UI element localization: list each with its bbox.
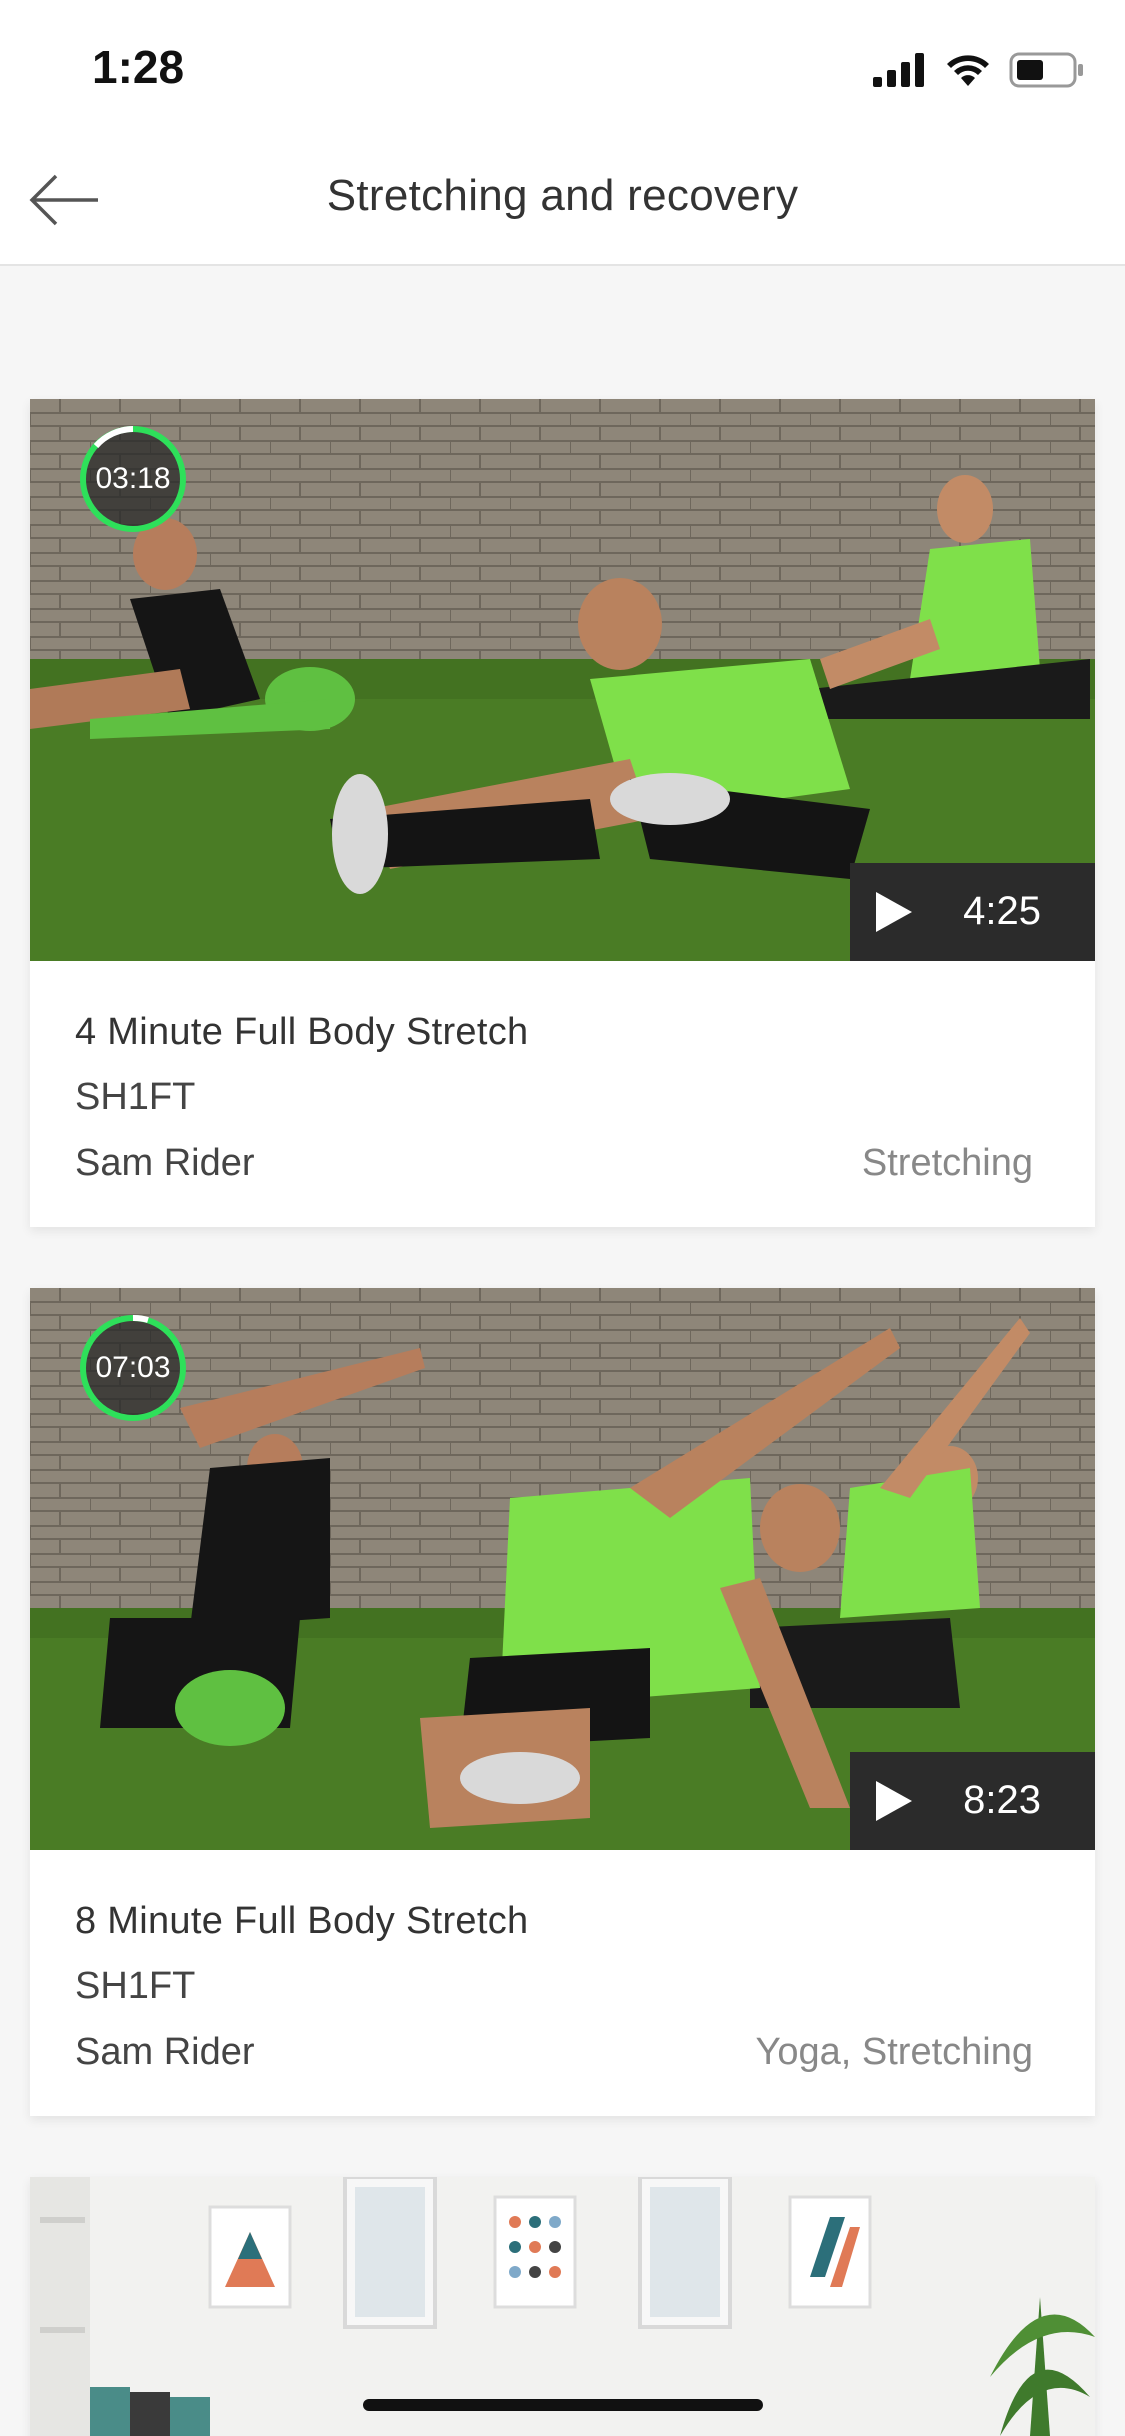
- navigation-bar: Stretching and recovery: [0, 135, 1125, 266]
- video-tags: Yoga, Stretching: [755, 2031, 1033, 2073]
- video-brand: SH1FT: [75, 1965, 196, 2007]
- timer-badge: 07:03: [78, 1313, 188, 1423]
- status-time: 1:28: [92, 41, 185, 93]
- wifi-icon: [947, 55, 989, 86]
- status-icons: [873, 48, 1085, 92]
- video-thumbnail[interactable]: 07:03 8:23: [30, 1288, 1095, 1850]
- battery-icon: [1009, 52, 1083, 88]
- play-icon: [876, 1781, 912, 1821]
- play-icon: [876, 892, 912, 932]
- video-tags: Stretching: [861, 1142, 1033, 1184]
- video-info: 4 Minute Full Body Stretch SH1FT Sam Rid…: [30, 961, 1095, 1227]
- video-trainer: Sam Rider: [75, 1142, 255, 1184]
- video-title: 8 Minute Full Body Stretch: [75, 1900, 529, 1942]
- video-duration: 4:25: [963, 889, 1041, 933]
- video-title: 4 Minute Full Body Stretch: [75, 1011, 529, 1053]
- play-duration-button[interactable]: 8:23: [850, 1752, 1095, 1850]
- timer-text: 03:18: [95, 462, 171, 495]
- play-duration-button[interactable]: 4:25: [850, 863, 1095, 961]
- cellular-signal-icon: [873, 53, 924, 87]
- video-card[interactable]: 07:03 8:23 8 Minute Full Body Stretch SH…: [30, 1288, 1095, 2116]
- timer-badge: 03:18: [78, 424, 188, 534]
- video-card[interactable]: 03:18 4:25 4 Minute Full Body Stretch SH…: [30, 399, 1095, 1227]
- video-brand: SH1FT: [75, 1076, 196, 1118]
- video-duration: 8:23: [963, 1778, 1041, 1822]
- video-info: 8 Minute Full Body Stretch SH1FT Sam Rid…: [30, 1850, 1095, 2116]
- page-title: Stretching and recovery: [326, 171, 799, 220]
- video-card[interactable]: [30, 2177, 1095, 2436]
- video-trainer: Sam Rider: [75, 2031, 255, 2073]
- video-thumbnail[interactable]: [30, 2177, 1095, 2436]
- home-indicator: [363, 2399, 763, 2411]
- timer-text: 07:03: [95, 1351, 171, 1384]
- video-thumbnail-image: [30, 2177, 1095, 2436]
- status-bar: 1:28: [0, 0, 1125, 135]
- video-thumbnail[interactable]: 03:18 4:25: [30, 399, 1095, 961]
